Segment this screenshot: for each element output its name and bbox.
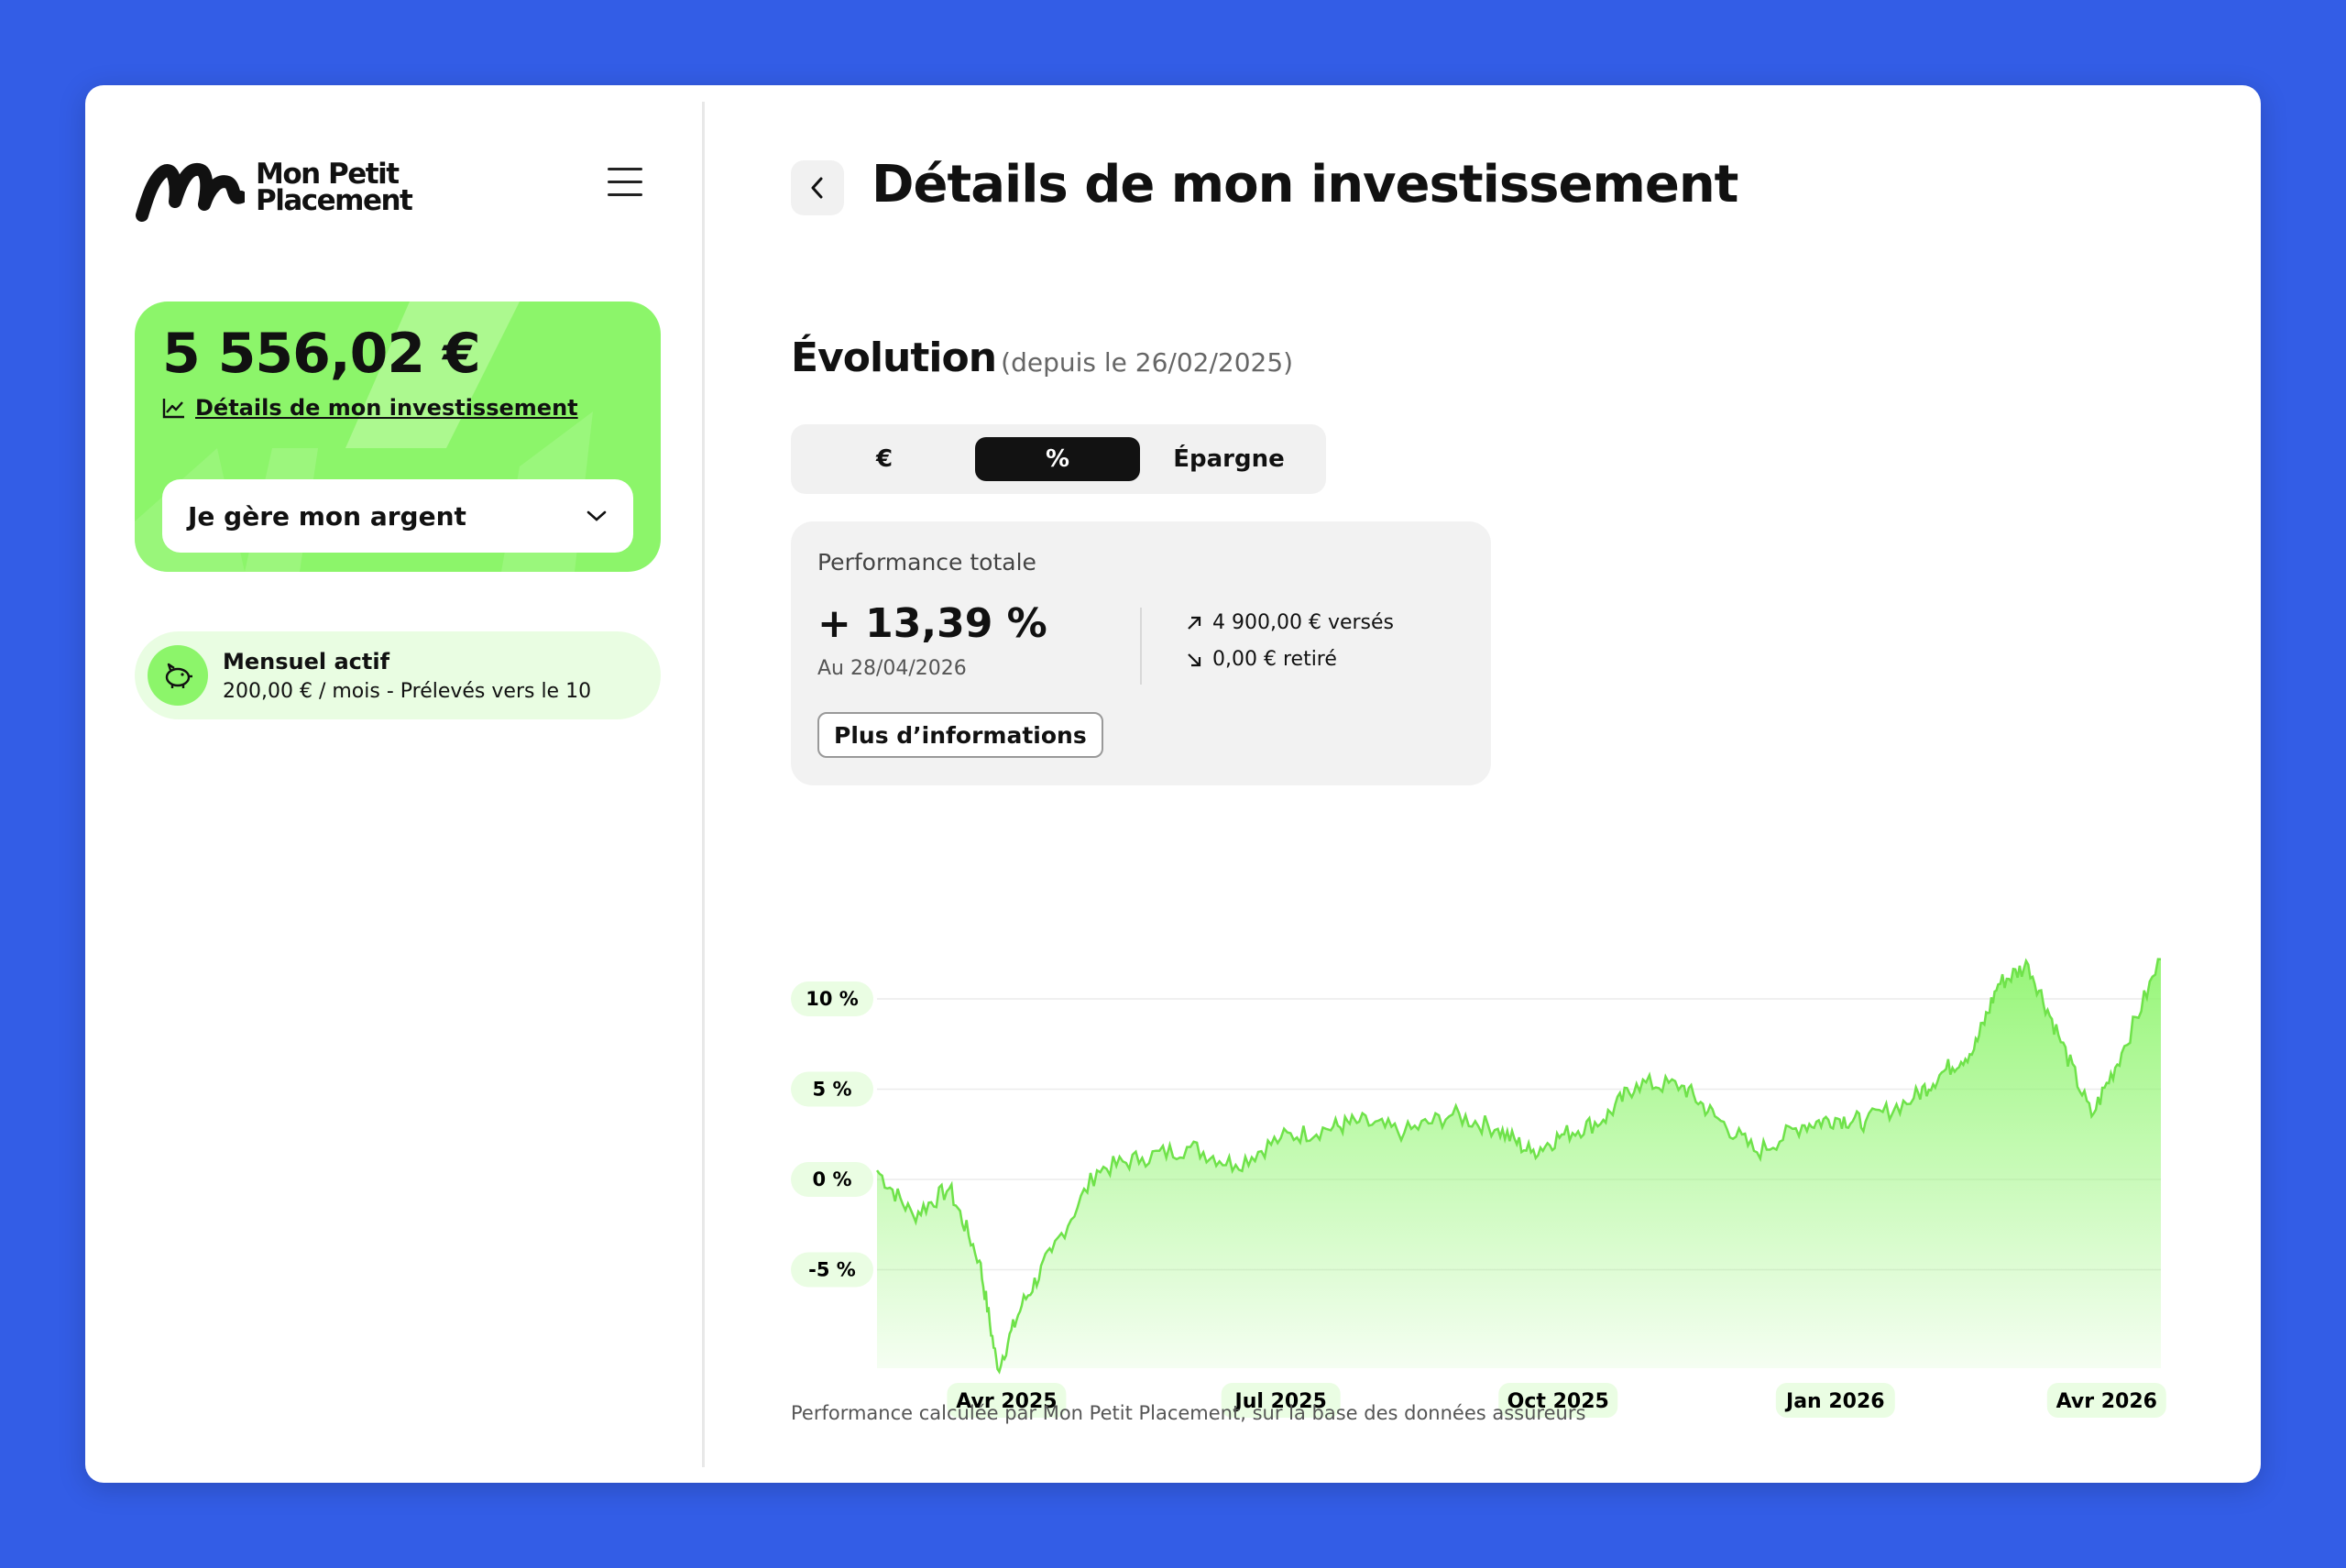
arrow-up-right-icon (1188, 616, 1201, 630)
y-tick-label: -5 % (808, 1259, 856, 1281)
logo-mark-icon (136, 162, 245, 222)
performance-date: Au 28/04/2026 (817, 657, 967, 680)
toggle-percent[interactable]: % (975, 437, 1140, 481)
balance-card: 5 556,02 € Détails de mon investissement… (135, 302, 661, 572)
back-button[interactable] (791, 160, 844, 215)
app-window: Mon Petit Placement 5 556,02 € Détails d… (85, 85, 2261, 1483)
logo[interactable]: Mon Petit Placement (135, 151, 413, 225)
toggle-euro[interactable]: € (802, 437, 967, 481)
main-content: Détails de mon investissement Évolution … (791, 85, 2261, 1483)
toggle-epargne[interactable]: Épargne (1146, 437, 1311, 481)
arrow-down-right-icon (1188, 652, 1201, 666)
monthly-text: Mensuel actif 200,00 € / mois - Prélevés… (223, 649, 591, 703)
x-tick-label: Jan 2026 (1784, 1390, 1885, 1413)
monthly-title: Mensuel actif (223, 648, 390, 674)
manage-money-dropdown[interactable]: Je gère mon argent (162, 479, 633, 553)
dropdown-label: Je gère mon argent (188, 500, 466, 532)
chart-area (877, 959, 2161, 1372)
footnote: Performance calculée par Mon Petit Place… (791, 1402, 1586, 1424)
monthly-subtitle: 200,00 € / mois - Prélevés vers le 10 (223, 679, 592, 703)
unit-toggle: € % Épargne (791, 424, 1326, 494)
deposited-stat: 4 900,00 € versés (1185, 611, 1394, 634)
chevron-down-icon (586, 510, 607, 521)
monthly-plan-card[interactable]: Mensuel actif 200,00 € / mois - Prélevés… (135, 631, 661, 719)
evolution-title: Évolution (791, 334, 997, 381)
performance-chart: 10 %5 %0 %-5 % Avr 2025 Jul 2025 Oct 2025 J… (791, 958, 2166, 1418)
details-link[interactable]: Détails de mon investissement (162, 395, 578, 421)
evolution-since: (depuis le 26/02/2025) (1001, 347, 1294, 378)
performance-label: Performance totale (817, 549, 1036, 576)
chart-line-icon (162, 399, 184, 419)
performance-value: + 13,39 % (817, 600, 1047, 647)
x-tick-label: Avr 2026 (2056, 1390, 2157, 1413)
evolution-heading: Évolution (depuis le 26/02/2025) (791, 334, 1293, 381)
chevron-left-icon (811, 177, 823, 199)
sidebar: Mon Petit Placement 5 556,02 € Détails d… (85, 85, 704, 1483)
details-link-label: Détails de mon investissement (195, 395, 578, 421)
sidebar-divider (702, 102, 705, 1467)
withdrawn-stat: 0,00 € retiré (1185, 648, 1337, 671)
piggy-bank-icon (148, 645, 208, 706)
y-tick-label: 5 % (813, 1079, 852, 1101)
withdrawn-amount: 0,00 € retiré (1212, 648, 1337, 671)
performance-card: Performance totale + 13,39 % Au 28/04/20… (791, 521, 1491, 785)
deposited-amount: 4 900,00 € versés (1212, 611, 1395, 634)
performance-separator (1140, 608, 1142, 685)
y-tick-label: 10 % (806, 988, 859, 1010)
balance-amount: 5 556,02 € (162, 322, 481, 386)
page-title: Détails de mon investissement (872, 155, 1738, 214)
y-tick-label: 0 % (813, 1168, 852, 1190)
more-info-button[interactable]: Plus d’informations (817, 712, 1103, 758)
logo-text: Mon Petit Placement (256, 158, 413, 217)
menu-icon[interactable] (608, 168, 644, 199)
